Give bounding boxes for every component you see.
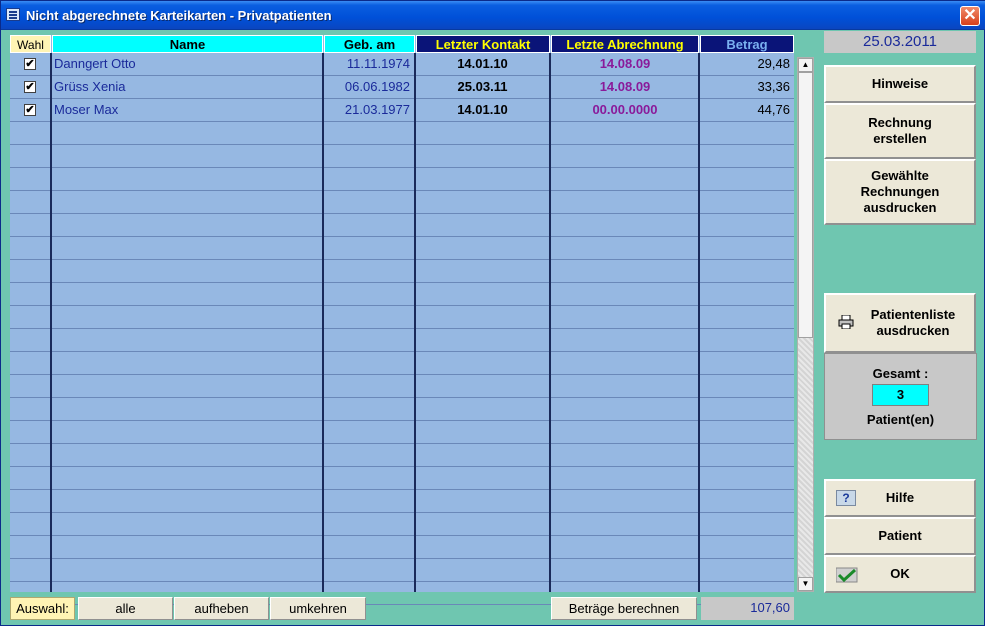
cell-abrechnung: 14.08.09 (599, 56, 651, 71)
column-divider (322, 53, 324, 592)
ok-button[interactable]: OK (824, 555, 976, 593)
gesamt-label: Gesamt : (872, 366, 929, 381)
ok-label: OK (890, 566, 910, 581)
col-header-betrag[interactable]: Betrag (700, 35, 794, 53)
invert-selection-button[interactable]: umkehren (270, 597, 366, 620)
calculate-amounts-button[interactable]: Beträge berechnen (551, 597, 697, 620)
patient-button[interactable]: Patient (824, 517, 976, 555)
hilfe-button[interactable]: ? Hilfe (824, 479, 976, 517)
column-divider (698, 53, 700, 592)
patient-label: Patient (878, 528, 922, 543)
table-body: ✔ Danngert Otto 11.11.1974 14.01.10 14.08.09… (10, 53, 794, 605)
col-header-name[interactable]: Name (52, 35, 323, 53)
gewaehlte-label-line3: ausdrucken (863, 200, 937, 215)
scroll-up-button[interactable]: ▲ (798, 58, 813, 72)
help-icon: ? (836, 490, 856, 506)
rechnung-erstellen-button[interactable]: Rechnung erstellen (824, 103, 976, 159)
col-header-kontakt[interactable]: Letzter Kontakt (416, 35, 550, 53)
patient-grid: Wahl Name Geb. am Letzter Kontakt Letzte… (10, 35, 794, 605)
row-checkbox[interactable]: ✔ (24, 104, 36, 116)
table-row[interactable] (10, 467, 794, 490)
gesamt-unit: Patient(en) (866, 412, 935, 427)
table-row[interactable] (10, 283, 794, 306)
scroll-down-button[interactable]: ▼ (798, 577, 813, 591)
rechnung-label-line2: erstellen (873, 131, 927, 146)
table-row[interactable]: ✔ Moser Max 21.03.1977 14.01.10 00.00.0000 44… (10, 99, 794, 122)
table-row[interactable] (10, 168, 794, 191)
patientenliste-label-line1: Patientenliste (870, 307, 956, 322)
table-row[interactable] (10, 191, 794, 214)
table-row[interactable] (10, 352, 794, 375)
app-icon (6, 8, 20, 21)
gewaehlte-label-line2: Rechnungen (860, 184, 940, 199)
table-row[interactable] (10, 444, 794, 467)
cell-abrechnung: 14.08.09 (599, 79, 651, 94)
cell-kontakt: 14.01.10 (457, 56, 508, 71)
row-checkbox[interactable]: ✔ (24, 81, 36, 93)
cell-abrechnung: 00.00.0000 (592, 102, 658, 117)
patientenliste-label-line2: ausdrucken (876, 323, 950, 338)
rechnung-label-line1: Rechnung (868, 115, 932, 130)
select-all-button[interactable]: alle (78, 597, 173, 620)
table-row[interactable]: ✔ Grüss Xenia 06.06.1982 25.03.11 14.08.09 33… (10, 76, 794, 99)
cell-kontakt: 25.03.11 (457, 79, 508, 94)
cell-betrag: 33,36 (757, 79, 790, 94)
gesamt-count: 3 (872, 384, 929, 406)
close-button[interactable]: ✕ (960, 6, 980, 26)
table-row[interactable] (10, 306, 794, 329)
cell-name: Danngert Otto (54, 56, 136, 71)
printer-icon (838, 315, 854, 329)
table-row[interactable] (10, 536, 794, 559)
table-row[interactable] (10, 559, 794, 582)
hilfe-label: Hilfe (885, 490, 915, 505)
vertical-scrollbar[interactable]: ▲ ▼ (797, 57, 814, 592)
table-row[interactable] (10, 375, 794, 398)
table-row[interactable] (10, 398, 794, 421)
gesamt-panel: Gesamt : 3 Patient(en) (824, 353, 977, 440)
gewaehlte-label-line1: Gewählte (871, 168, 929, 183)
table-row[interactable] (10, 145, 794, 168)
scroll-thumb[interactable] (798, 72, 813, 338)
auswahl-label: Auswahl: (10, 597, 75, 620)
checkmark-icon (836, 567, 858, 583)
table-row[interactable] (10, 260, 794, 283)
current-date: 25.03.2011 (824, 31, 976, 53)
table-row[interactable] (10, 490, 794, 513)
column-divider (50, 53, 52, 592)
dialog-window: Nicht abgerechnete Karteikarten - Privat… (0, 0, 985, 626)
patientenliste-ausdrucken-button[interactable]: Patientenliste ausdrucken (824, 293, 976, 353)
total-amount: 107,60 (701, 597, 794, 620)
cell-kontakt: 14.01.10 (457, 102, 508, 117)
cell-name: Moser Max (54, 102, 119, 117)
cell-betrag: 29,48 (757, 56, 790, 71)
window-title: Nicht abgerechnete Karteikarten - Privat… (26, 8, 332, 23)
col-header-wahl[interactable]: Wahl (10, 35, 51, 53)
cell-betrag: 44,76 (757, 102, 790, 117)
table-row[interactable] (10, 214, 794, 237)
cell-name: Grüss Xenia (54, 79, 126, 94)
title-bar: Nicht abgerechnete Karteikarten - Privat… (1, 1, 985, 30)
cell-geb: 21.03.1977 (344, 102, 410, 117)
column-divider (549, 53, 551, 592)
cell-geb: 06.06.1982 (344, 79, 410, 94)
row-checkbox[interactable]: ✔ (24, 58, 36, 70)
table-row[interactable] (10, 421, 794, 444)
hinweise-label: Hinweise (871, 76, 929, 91)
column-divider (414, 53, 416, 592)
cell-geb: 11.11.1974 (346, 56, 410, 71)
col-header-geb[interactable]: Geb. am (324, 35, 415, 53)
col-header-abrechnung[interactable]: Letzte Abrechnung (551, 35, 699, 53)
hinweise-button[interactable]: Hinweise (824, 65, 976, 103)
rechnungen-ausdrucken-button[interactable]: Gewählte Rechnungen ausdrucken (824, 159, 976, 225)
table-row[interactable] (10, 122, 794, 145)
table-row[interactable] (10, 329, 794, 352)
table-row[interactable]: ✔ Danngert Otto 11.11.1974 14.01.10 14.08.09… (10, 53, 794, 76)
deselect-button[interactable]: aufheben (174, 597, 269, 620)
table-row[interactable] (10, 513, 794, 536)
table-row[interactable] (10, 237, 794, 260)
